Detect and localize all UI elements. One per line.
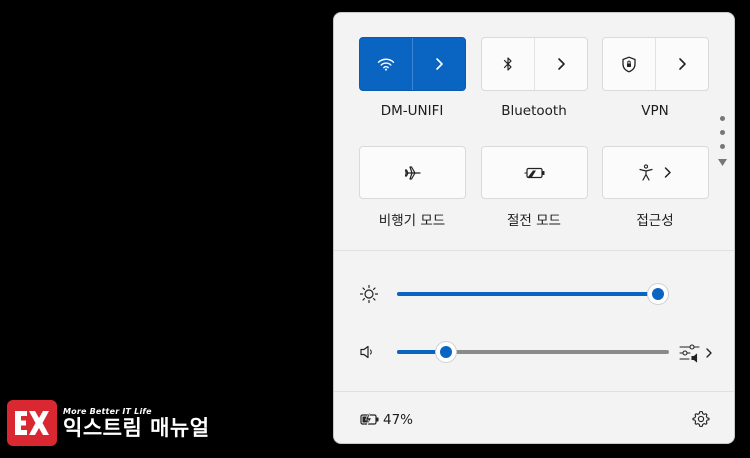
battery-saver-icon: [524, 167, 544, 178]
bluetooth-toggle[interactable]: [482, 38, 534, 90]
airplane-mode-label: 비행기 모드: [378, 213, 446, 229]
watermark-logo: More Better IT Life 익스트림 매뉴얼: [7, 400, 210, 446]
audio-mixer-icon: [679, 344, 700, 363]
accessibility-label: 접근성: [636, 213, 674, 229]
quick-settings-panel: DM-UNIFI Bluetooth VPN 비행기 모드 절전 모드 접근성 …: [333, 12, 735, 444]
vpn-expand-button[interactable]: [655, 38, 708, 90]
speaker-icon[interactable]: [358, 343, 376, 361]
audio-output-button[interactable]: [678, 342, 714, 364]
bluetooth-icon: [503, 57, 512, 71]
wifi-label: DM-UNIFI: [380, 103, 444, 119]
footer-divider: [334, 391, 734, 392]
battery-saver-tile[interactable]: [481, 146, 588, 199]
ex-logo-icon: [15, 411, 49, 435]
logo-tagline: More Better IT Life: [63, 406, 152, 416]
volume-slider[interactable]: [397, 342, 669, 362]
shield-icon: [622, 56, 636, 72]
battery-saver-label: 절전 모드: [507, 213, 561, 229]
brightness-icon: [358, 283, 380, 305]
vpn-tile[interactable]: [602, 37, 709, 91]
airplane-icon: [404, 165, 421, 180]
vpn-toggle[interactable]: [603, 38, 655, 90]
wifi-toggle[interactable]: [360, 38, 412, 90]
accessibility-icon: [639, 164, 653, 181]
wifi-tile[interactable]: [359, 37, 466, 91]
chevron-right-icon: [558, 58, 565, 70]
airplane-mode-tile[interactable]: [359, 146, 466, 199]
logo-name: 익스트림 매뉴얼: [63, 415, 210, 440]
volume-slider-thumb[interactable]: [435, 342, 456, 362]
bluetooth-expand-button[interactable]: [534, 38, 587, 90]
gear-icon[interactable]: [691, 409, 711, 429]
brightness-slider-fill: [397, 292, 659, 296]
chevron-right-icon: [664, 167, 671, 178]
battery-charging-icon[interactable]: [359, 411, 381, 427]
brightness-slider-thumb[interactable]: [648, 284, 669, 304]
wifi-expand-button[interactable]: [412, 38, 465, 90]
brightness-slider[interactable]: [397, 284, 669, 304]
chevron-right-icon: [706, 348, 712, 358]
bluetooth-tile[interactable]: [481, 37, 588, 91]
accessibility-tile[interactable]: [602, 146, 709, 199]
chevron-right-icon: [679, 58, 686, 70]
chevron-right-icon: [436, 58, 443, 70]
battery-percentage[interactable]: 47%: [383, 412, 413, 428]
logo-badge: [7, 400, 57, 446]
page-dot[interactable]: [720, 130, 725, 135]
wifi-icon: [377, 58, 395, 71]
bluetooth-label: Bluetooth: [501, 103, 567, 119]
section-divider: [334, 250, 734, 251]
vpn-label: VPN: [641, 103, 669, 119]
chevron-down-icon[interactable]: [717, 158, 728, 167]
page-dot[interactable]: [720, 144, 725, 149]
page-dot[interactable]: [720, 116, 725, 121]
